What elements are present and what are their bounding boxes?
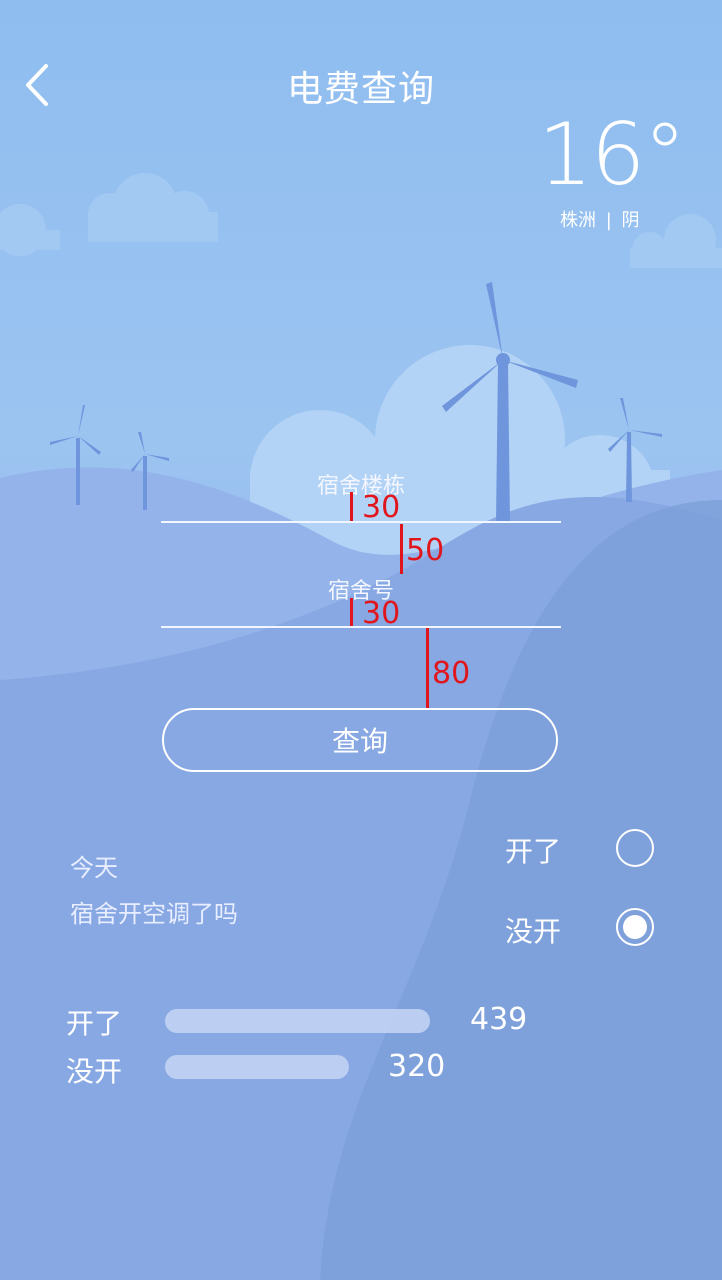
stat-value-on: 439 — [470, 1002, 528, 1037]
stat-bar-on — [165, 1009, 430, 1033]
temperature: 16° — [538, 105, 686, 205]
weather-location: 株洲 | 阴 — [560, 206, 640, 232]
room-input[interactable] — [161, 626, 561, 628]
annotation-bar — [350, 598, 353, 628]
survey-question-line1: 今天 — [70, 854, 118, 882]
option-on-label[interactable]: 开了 — [505, 830, 561, 870]
annotation-building-gap: 30 — [362, 490, 401, 525]
building-input[interactable] — [161, 521, 561, 523]
option-off-radio[interactable] — [616, 908, 654, 946]
annotation-bar — [350, 492, 353, 522]
option-on-radio[interactable] — [616, 829, 654, 867]
annotation-between-fields: 50 — [406, 533, 445, 568]
city-name: 株洲 — [560, 210, 596, 231]
annotation-bar — [400, 524, 403, 574]
stat-label-off: 没开 — [66, 1055, 123, 1088]
building-label: 宿舍楼栋 — [316, 474, 405, 499]
stat-value-off: 320 — [388, 1049, 446, 1084]
survey-question-line2: 宿舍开空调了吗 — [70, 900, 238, 928]
annotation-bar — [426, 628, 429, 708]
option-off-label[interactable]: 没开 — [505, 910, 561, 950]
query-button[interactable]: 查询 — [162, 708, 558, 772]
annotation-to-button: 80 — [432, 656, 471, 691]
stat-bar-off — [165, 1055, 349, 1079]
weather-condition: 阴 — [621, 210, 640, 231]
room-label: 宿舍号 — [327, 579, 394, 604]
stat-label-on: 开了 — [66, 1007, 123, 1040]
separator: | — [605, 210, 612, 231]
